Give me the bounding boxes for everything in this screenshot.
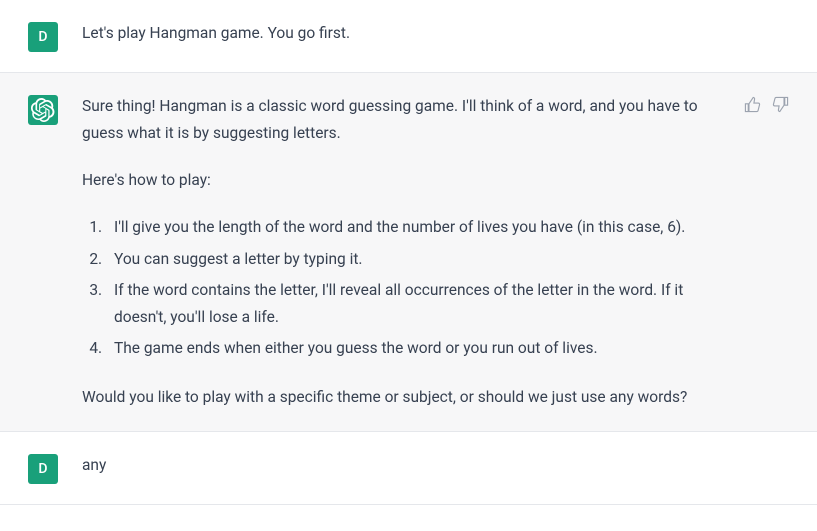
assistant-outro: Would you like to play with a specific t… [82,384,711,411]
thumbs-down-button[interactable] [771,95,789,113]
thumbs-up-icon [744,96,761,113]
thumbs-down-icon [772,96,789,113]
how-to-play-label: Here's how to play: [82,167,711,194]
rule-item: The game ends when either you guess the … [106,335,711,362]
message-content: Let's play Hangman game. You go first. [82,20,789,47]
rules-list: I'll give you the length of the word and… [82,214,711,362]
rule-item: If the word contains the letter, I'll re… [106,277,711,331]
openai-logo-icon [31,98,55,122]
assistant-intro: Sure thing! Hangman is a classic word gu… [82,93,711,147]
user-avatar: D [28,454,58,484]
assistant-avatar [28,95,58,125]
user-avatar: D [28,22,58,52]
message-content: Sure thing! Hangman is a classic word gu… [82,93,719,411]
rule-item: I'll give you the length of the word and… [106,214,711,241]
message-text: Let's play Hangman game. You go first. [82,20,781,47]
rule-item: You can suggest a letter by typing it. [106,246,711,273]
feedback-controls [743,95,789,113]
chat-message-user: D Let's play Hangman game. You go first. [0,0,817,73]
message-text: any [82,452,781,479]
thumbs-up-button[interactable] [743,95,761,113]
avatar-letter: D [38,457,47,482]
chat-message-user: D any [0,432,817,505]
message-content: any [82,452,789,479]
avatar-letter: D [38,25,47,50]
chat-message-assistant: Sure thing! Hangman is a classic word gu… [0,73,817,432]
